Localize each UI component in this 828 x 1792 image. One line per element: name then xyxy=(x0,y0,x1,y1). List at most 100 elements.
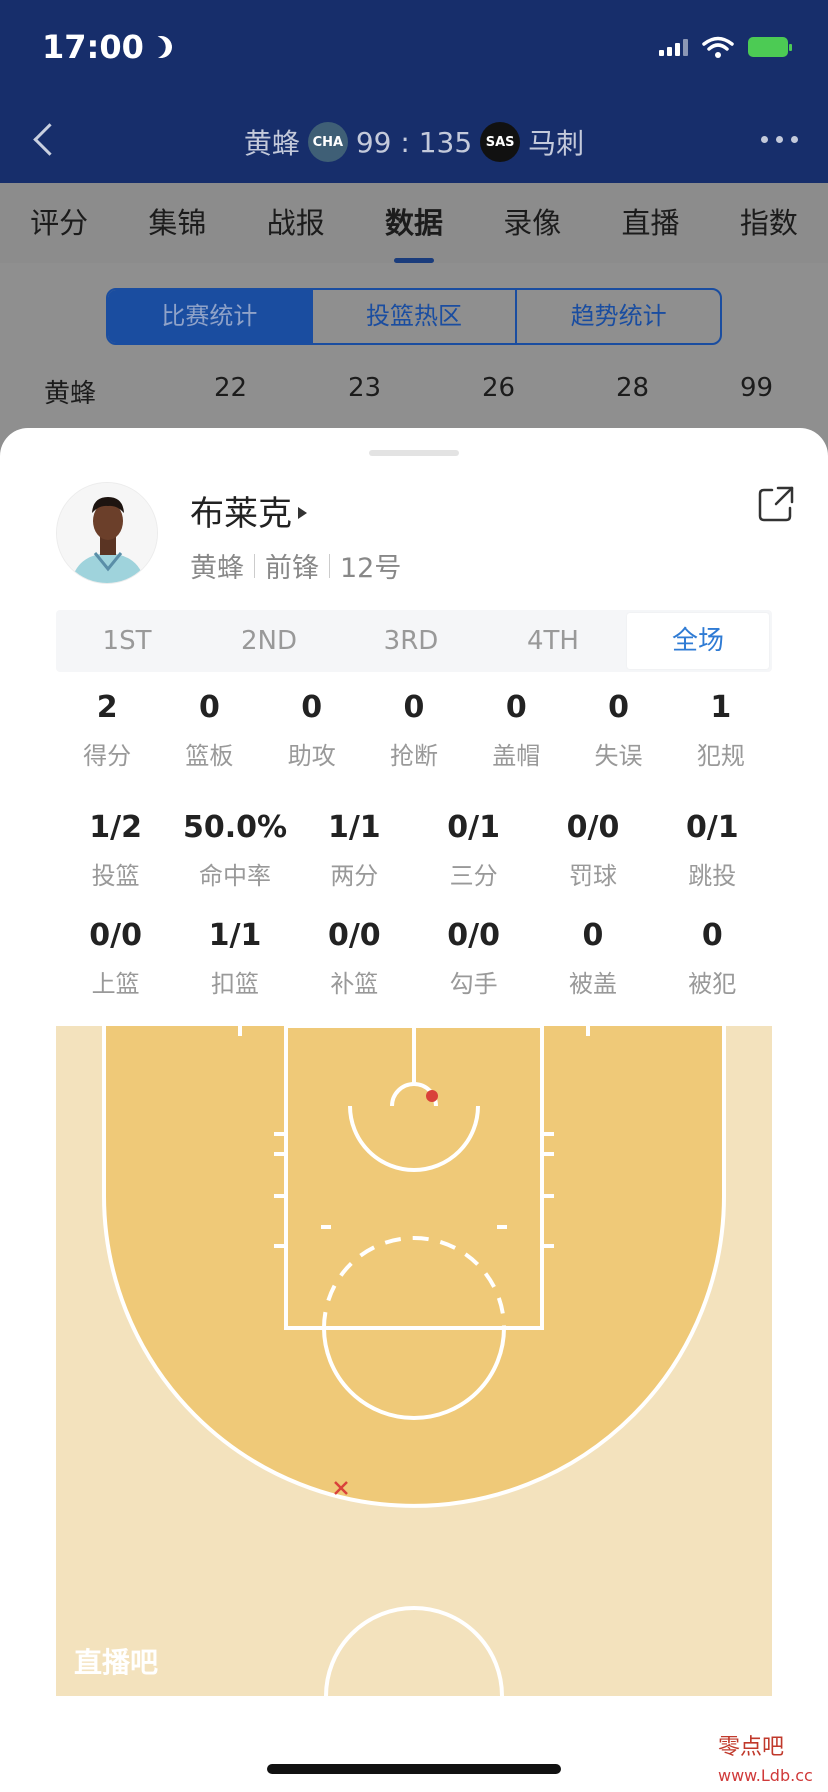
stat-label: 篮板 xyxy=(185,742,234,770)
basic-stats-row: 2 得分 0 篮板 0 助攻 0 抢断 0 盖帽 0 失误 1 犯规 xyxy=(56,690,772,771)
player-name[interactable]: 布莱克 xyxy=(190,486,307,535)
stat-label: 命中率 xyxy=(198,862,271,890)
watermark-url: www.Ldb.cc xyxy=(718,1766,813,1785)
stat-label: 两分 xyxy=(330,862,379,890)
more-options-button[interactable] xyxy=(761,136,798,143)
stat-item: 0 抢断 xyxy=(363,690,465,771)
watermark-line: 零点吧 xyxy=(718,1735,785,1760)
score-text: 99 : 135 xyxy=(355,125,473,159)
background-app: 17:00 黄蜂 CHA 99 : 135 SAS 马刺 评分 集锦 战报 数据… xyxy=(0,0,828,463)
stat-label: 得分 xyxy=(83,742,132,770)
tab-rating[interactable]: 评分 xyxy=(0,183,118,263)
home-team-name: 黄蜂 xyxy=(243,127,300,160)
player-position: 前锋 xyxy=(265,553,319,584)
stat-item: 0/1 跳投 xyxy=(653,810,772,891)
stat-item: 1/1 扣篮 xyxy=(175,918,294,999)
stat-label: 扣篮 xyxy=(210,970,259,998)
quarter-score: 22 xyxy=(214,373,248,403)
shot-type-stats-row: 0/0 上篮 1/1 扣篮 0/0 补篮 0/0 勾手 0 被盖 0 被犯 xyxy=(56,918,772,999)
quarter-score: 23 xyxy=(348,373,382,403)
player-team: 黄蜂 xyxy=(190,553,244,584)
stat-item: 0 失误 xyxy=(567,690,669,771)
wifi-icon xyxy=(702,36,734,58)
share-icon[interactable] xyxy=(756,484,796,524)
stat-item: 0 篮板 xyxy=(158,690,260,771)
stat-value: 0/1 xyxy=(685,810,739,845)
tab-report[interactable]: 战报 xyxy=(237,183,355,263)
quarter-score: 26 xyxy=(482,373,516,403)
player-photo-icon xyxy=(57,483,157,583)
stat-value: 1/1 xyxy=(208,918,262,953)
stat-label: 勾手 xyxy=(449,970,498,998)
stat-value: 1 xyxy=(710,690,732,725)
player-avatar[interactable] xyxy=(56,482,158,584)
stat-value: 0 xyxy=(198,690,220,725)
away-team-logo: SAS xyxy=(480,122,521,162)
stat-value: 50.0% xyxy=(182,810,288,845)
cell-signal-icon xyxy=(659,38,688,56)
stats-segmented-control: 比赛统计 投篮热区 趋势统计 xyxy=(106,288,722,345)
tab-highlights[interactable]: 集锦 xyxy=(118,183,236,263)
tab-index[interactable]: 指数 xyxy=(710,183,828,263)
period-3rd[interactable]: 3RD xyxy=(340,610,482,672)
top-bar: 17:00 黄蜂 CHA 99 : 135 SAS 马刺 xyxy=(0,0,828,183)
stat-label: 被犯 xyxy=(688,970,737,998)
nav-row: 黄蜂 CHA 99 : 135 SAS 马刺 xyxy=(0,110,828,170)
total-score: 99 xyxy=(740,373,774,403)
tab-data[interactable]: 数据 xyxy=(355,183,473,263)
stat-label: 犯规 xyxy=(696,742,745,770)
stat-item: 0/0 上篮 xyxy=(56,918,175,999)
stat-value: 0 xyxy=(608,690,629,725)
stat-value: 0/0 xyxy=(89,918,143,953)
stat-item: 1/1 两分 xyxy=(295,810,414,891)
stat-label: 三分 xyxy=(449,862,498,890)
stat-label: 助攻 xyxy=(287,742,336,770)
stat-label: 被盖 xyxy=(568,970,617,998)
player-meta: 黄蜂 前锋 12号 xyxy=(190,546,401,585)
shot-chart-court: 直播吧 xyxy=(56,1026,772,1696)
player-number: 12号 xyxy=(340,553,402,584)
stat-label: 跳投 xyxy=(688,862,737,890)
stat-item: 0 被犯 xyxy=(653,918,772,999)
tab-video[interactable]: 录像 xyxy=(473,183,591,263)
match-score: 黄蜂 CHA 99 : 135 SAS 马刺 xyxy=(0,122,828,162)
period-4th[interactable]: 4TH xyxy=(482,610,624,672)
stat-value: 0/0 xyxy=(447,918,500,953)
stat-value: 2 xyxy=(96,690,118,725)
period-full-game[interactable]: 全场 xyxy=(627,613,769,669)
stat-value: 0/1 xyxy=(447,810,500,845)
stat-value: 1/1 xyxy=(327,810,381,845)
away-team-name: 马刺 xyxy=(528,127,585,160)
stat-label: 盖帽 xyxy=(492,742,541,770)
stat-value: 0 xyxy=(505,690,527,725)
stat-item: 0/0 勾手 xyxy=(414,918,533,999)
status-icons xyxy=(659,36,792,58)
stat-value: 0 xyxy=(403,690,425,725)
stat-item: 0/0 补篮 xyxy=(295,918,414,999)
quarter-score: 28 xyxy=(616,373,650,403)
stat-item: 0/0 罚球 xyxy=(533,810,652,891)
stat-value: 0/0 xyxy=(327,918,381,953)
quarter-team-name: 黄蜂 xyxy=(44,379,97,409)
stat-item: 0 被盖 xyxy=(533,918,652,999)
period-1st[interactable]: 1ST xyxy=(56,610,198,672)
home-indicator[interactable] xyxy=(267,1764,561,1774)
home-team-logo: CHA xyxy=(307,122,348,162)
period-2nd[interactable]: 2ND xyxy=(198,610,340,672)
stat-label: 罚球 xyxy=(568,862,617,890)
stat-value: 0 xyxy=(582,918,604,953)
brand-watermark: 直播吧 xyxy=(74,1646,158,1679)
tab-live[interactable]: 直播 xyxy=(591,183,709,263)
sheet-grabber[interactable] xyxy=(369,450,459,456)
stat-item: 2 得分 xyxy=(56,690,158,771)
shooting-stats-row: 1/2 投篮 50.0% 命中率 1/1 两分 0/1 三分 0/0 罚球 0/1 跳投 xyxy=(56,810,772,891)
period-tabs: 1ST 2ND 3RD 4TH 全场 xyxy=(56,610,772,672)
stat-label: 投篮 xyxy=(91,862,140,890)
stat-item: 50.0% 命中率 xyxy=(175,810,294,891)
segment-trend-stats[interactable]: 趋势统计 xyxy=(517,290,720,343)
segment-shot-zones[interactable]: 投篮热区 xyxy=(313,290,518,343)
caret-right-icon xyxy=(298,506,307,519)
status-time: 17:00 xyxy=(42,28,172,66)
segment-game-stats[interactable]: 比赛统计 xyxy=(108,290,313,343)
stat-item: 1 犯规 xyxy=(670,690,772,771)
